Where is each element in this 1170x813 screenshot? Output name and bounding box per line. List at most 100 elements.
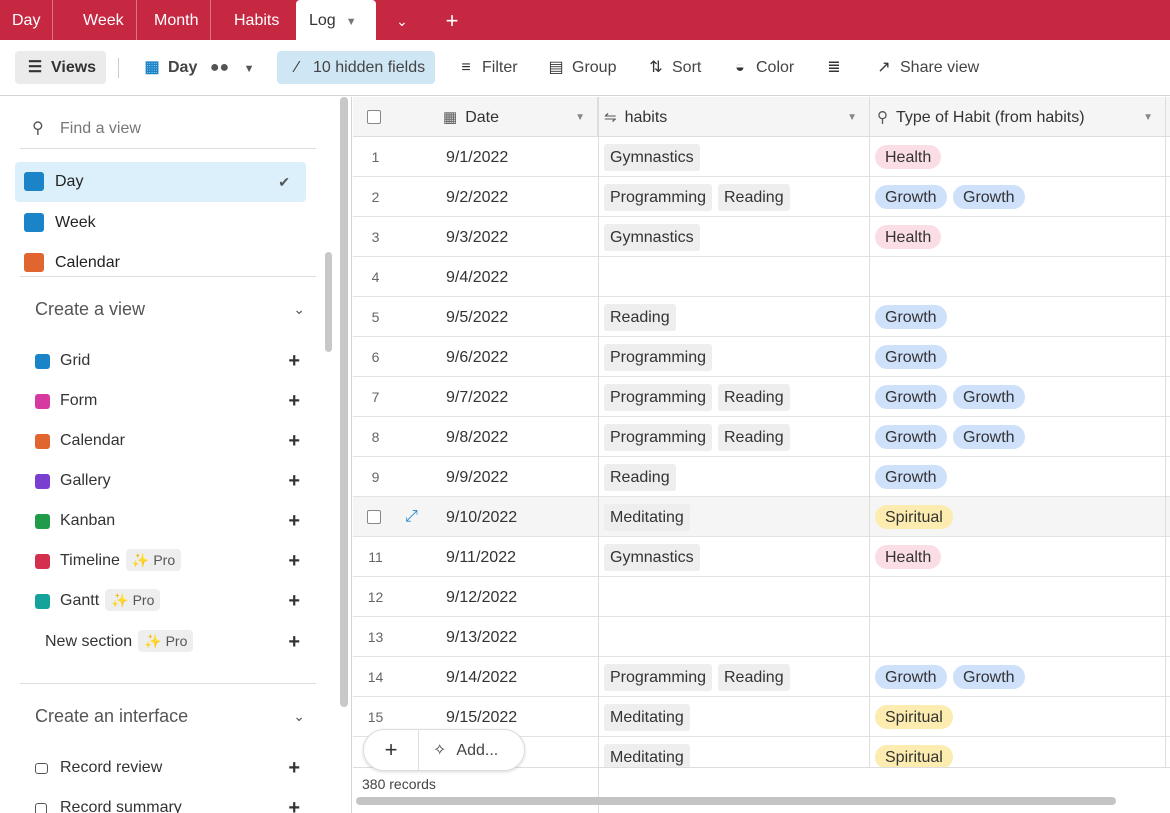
tab-log[interactable]: Log ▼ [296, 0, 376, 40]
table-row[interactable]: 6 9/6/2022 Programming Growth [353, 337, 1170, 377]
date-cell[interactable]: 9/1/2022 [446, 137, 508, 179]
create-interface-heading[interactable]: Create an interface ⌄ [35, 701, 305, 731]
plus-icon[interactable]: + [288, 793, 300, 813]
plus-icon[interactable]: + [288, 346, 300, 376]
filter-button[interactable]: ≡ Filter [456, 51, 517, 84]
caret-down-icon[interactable]: ▼ [847, 97, 857, 139]
habit-chip[interactable]: Programming [604, 384, 713, 411]
sidebar-view-day[interactable]: Day ✔ [15, 162, 306, 202]
add-options-button[interactable]: ✧ Add... [419, 730, 524, 770]
tab-month[interactable]: Month [142, 0, 212, 40]
create-gantt-item[interactable]: Gantt ✨ Pro + [35, 586, 305, 616]
share-view-button[interactable]: ↗ Share view [874, 51, 979, 84]
column-header-date[interactable]: ▦ Date ▼ [439, 97, 598, 137]
habit-chip[interactable]: Meditating [604, 704, 690, 731]
select-all-checkbox[interactable] [367, 110, 381, 124]
create-form-item[interactable]: Form + [35, 386, 305, 416]
plus-icon[interactable]: + [288, 627, 300, 657]
date-cell[interactable]: 9/12/2022 [446, 577, 517, 619]
create-section-item[interactable]: New section ✨ Pro + [45, 627, 305, 657]
caret-down-icon[interactable]: ▼ [575, 97, 585, 139]
expand-record-icon[interactable]: ⤢ [405, 497, 418, 537]
table-row[interactable]: 8 9/8/2022 Programming Reading Growth Growth [353, 417, 1170, 457]
plus-icon[interactable]: + [288, 753, 300, 783]
group-button[interactable]: ▤ Group [546, 51, 616, 84]
table-row[interactable]: 2 9/2/2022 Programming Reading Growth Growth [353, 177, 1170, 217]
habit-chip[interactable]: Programming [604, 424, 713, 451]
sort-button[interactable]: ⇅ Sort [646, 51, 701, 84]
table-row[interactable]: 13 9/13/2022 [353, 617, 1170, 657]
caret-down-icon[interactable]: ▼ [1143, 97, 1153, 139]
plus-icon[interactable]: + [288, 546, 300, 576]
tab-day[interactable]: Day [0, 0, 54, 40]
habit-chip[interactable]: Programming [604, 664, 713, 691]
table-row[interactable]: 4 9/4/2022 [353, 257, 1170, 297]
table-row[interactable]: 11 9/11/2022 Gymnastics Health [353, 537, 1170, 577]
table-row[interactable]: 1 9/1/2022 Gymnastics Health [353, 137, 1170, 177]
table-row[interactable]: 3 9/3/2022 Gymnastics Health [353, 217, 1170, 257]
date-cell[interactable]: 9/2/2022 [446, 177, 508, 219]
date-cell[interactable]: 9/9/2022 [446, 457, 508, 499]
habit-chip[interactable]: Reading [718, 184, 790, 211]
column-header-habits[interactable]: ⇋ habits ▼ [598, 97, 870, 137]
habit-chip[interactable]: Programming [604, 184, 713, 211]
sidebar-scrollbar[interactable] [325, 252, 332, 352]
table-row[interactable]: ⤢ 9/10/2022 Meditating Spiritual [353, 497, 1170, 537]
add-record-button[interactable]: + [364, 730, 419, 770]
horizontal-scrollbar[interactable] [356, 797, 1116, 805]
plus-icon[interactable]: + [288, 586, 300, 616]
plus-icon[interactable]: + [288, 386, 300, 416]
date-cell[interactable]: 9/7/2022 [446, 377, 508, 419]
date-cell[interactable]: 9/14/2022 [446, 657, 517, 699]
tab-week[interactable]: Week [71, 0, 137, 40]
table-row[interactable]: 14 9/14/2022 Programming Reading Growth Growt… [353, 657, 1170, 697]
date-cell[interactable]: 9/4/2022 [446, 257, 508, 299]
plus-icon[interactable]: + [288, 466, 300, 496]
date-cell[interactable]: 9/3/2022 [446, 217, 508, 259]
date-cell[interactable]: 9/13/2022 [446, 617, 517, 659]
habit-chip[interactable]: Gymnastics [604, 224, 700, 251]
habit-chip[interactable]: Reading [718, 424, 790, 451]
habit-chip[interactable]: Reading [604, 464, 676, 491]
create-grid-item[interactable]: Grid + [35, 346, 305, 376]
column-header-type-of-habit[interactable]: ⚲ Type of Habit (from habits) ▼ [870, 97, 1166, 137]
sidebar-view-calendar[interactable]: Calendar [15, 243, 306, 283]
sidebar-resize-scrollbar[interactable] [340, 97, 348, 707]
create-kanban-item[interactable]: Kanban + [35, 506, 305, 536]
find-view-input[interactable]: ⚲ Find a view [20, 109, 316, 149]
habit-chip[interactable]: Reading [718, 664, 790, 691]
current-view-button[interactable]: ▦ Day ●● ▼ [142, 51, 254, 84]
habit-chip[interactable]: Gymnastics [604, 544, 700, 571]
plus-icon[interactable]: + [288, 506, 300, 536]
date-cell[interactable]: 9/10/2022 [446, 497, 517, 539]
add-table-icon[interactable]: + [437, 0, 467, 40]
habit-chip[interactable]: Reading [718, 384, 790, 411]
create-timeline-item[interactable]: Timeline ✨ Pro + [35, 546, 305, 576]
table-row[interactable]: 12 9/12/2022 [353, 577, 1170, 617]
views-button[interactable]: ☰ Views [15, 51, 107, 84]
hidden-fields-button[interactable]: ⁄ 10 hidden fields [277, 51, 436, 84]
create-view-heading[interactable]: Create a view ⌄ [35, 294, 305, 324]
create-record-review-item[interactable]: Record review + [35, 753, 305, 783]
table-row[interactable]: 7 9/7/2022 Programming Reading Growth Growth [353, 377, 1170, 417]
chevron-down-icon[interactable]: ▼ [346, 16, 357, 28]
chevron-down-icon[interactable]: ⌄ [293, 294, 305, 324]
habit-chip[interactable]: Reading [604, 304, 676, 331]
row-checkbox[interactable] [367, 510, 381, 524]
color-button[interactable]: ◒ Color [730, 51, 794, 84]
date-cell[interactable]: 9/11/2022 [446, 537, 516, 579]
habit-chip[interactable]: Meditating [604, 504, 690, 531]
table-row[interactable]: 9 9/9/2022 Reading Growth [353, 457, 1170, 497]
row-height-button[interactable]: ≣ [824, 51, 850, 84]
plus-icon[interactable]: + [288, 426, 300, 456]
create-record-summary-item[interactable]: Record summary + [35, 793, 305, 813]
create-gallery-item[interactable]: Gallery + [35, 466, 305, 496]
chevron-down-icon[interactable]: ⌄ [293, 701, 305, 731]
chevron-down-icon[interactable]: ⌄ [387, 0, 417, 40]
date-cell[interactable]: 9/6/2022 [446, 337, 508, 379]
create-calendar-item[interactable]: Calendar + [35, 426, 305, 456]
habit-chip[interactable]: Gymnastics [604, 144, 700, 171]
sidebar-view-week[interactable]: Week [15, 203, 306, 243]
habit-chip[interactable]: Programming [604, 344, 713, 371]
table-row[interactable]: 5 9/5/2022 Reading Growth [353, 297, 1170, 337]
